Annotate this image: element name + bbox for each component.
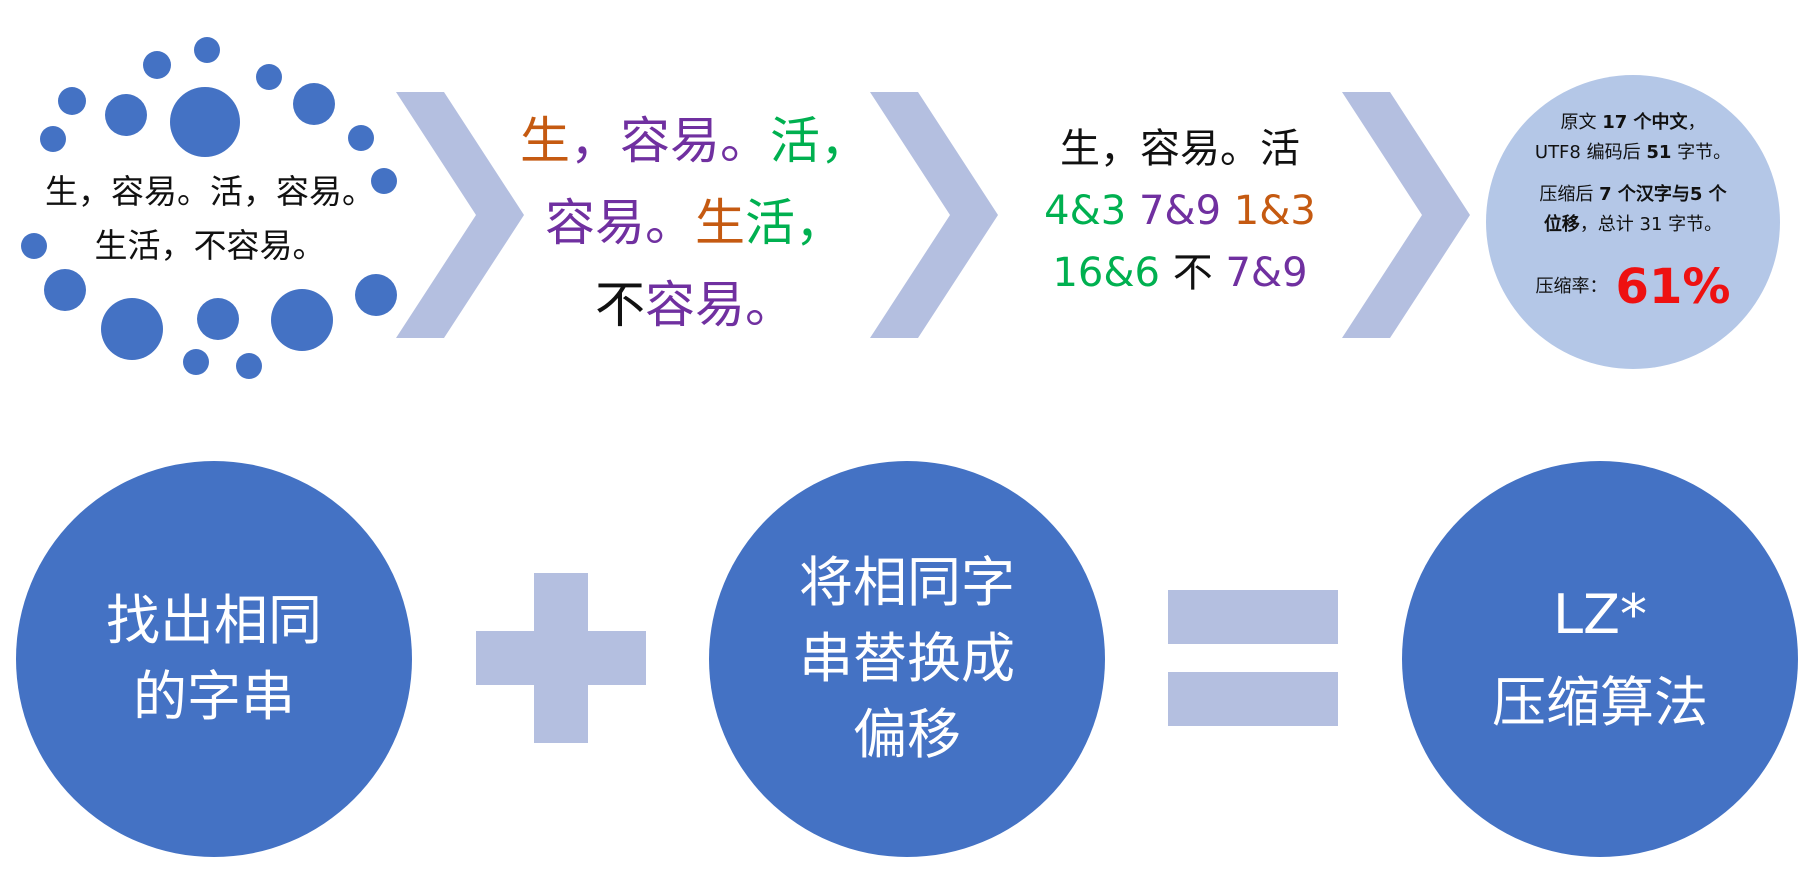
circle-text-line: 找出相同 [106,589,322,652]
dot-decoration [183,349,209,375]
circle-text-line: 偏移 [853,703,961,766]
dot-decoration [348,125,374,151]
dot-decoration [143,51,171,79]
input-text-line: 生活，不容易。 [94,226,326,265]
text-segment: 活， [770,112,870,170]
offset-token: 7&9 [1138,188,1222,234]
dot-decoration [197,298,239,340]
offset-token: 7&9 [1225,250,1308,296]
dot-decoration [355,274,397,316]
offset-token: 16&6 [1052,250,1160,296]
rate-value: 61% [1615,259,1731,315]
text-segment: 不 [595,276,645,334]
dot-decoration [236,353,262,379]
circle-text-line: 串替换成 [799,627,1015,690]
dot-decoration [256,64,282,90]
text-segment: 容易。 [545,194,695,252]
input-text-line: 生，容易。活，容易。 [45,172,375,211]
circle-text-line: 将相同字 [799,551,1015,614]
highlighted-line-1: 生，容易。活， [500,100,890,182]
summary-line: UTF8 编码后 51 字节。 [1534,142,1732,163]
circle-text-line: LZ* [1552,583,1648,646]
text-segment: 活， [745,194,845,252]
offset-token: 1&3 [1233,188,1316,234]
rate-label: 压缩率： [1535,276,1608,297]
text-segment: 生 [695,194,745,252]
input-text: 生，容易。活，容易。 生活，不容易。 [20,165,400,273]
highlighted-line-3: 不容易。 [500,264,890,346]
offset-token: 不 [1172,250,1213,296]
dot-decoration [40,126,66,152]
find-circle: 找出相同 的字串 [16,461,412,857]
encoded-line-1: 生，容易。活 [1060,126,1300,172]
circle-text-line: 压缩算法 [1492,671,1708,734]
offset-token: 4&3 [1044,188,1127,234]
highlighted-line-2: 容易。生活， [500,182,890,264]
dot-decoration [101,298,163,360]
text-segment: 容易。 [645,276,795,334]
encoded-text: 生，容易。活 4&3 7&9 1&3 16&6 不 7&9 [990,118,1370,304]
summary-line: 原文 17 个中文， [1560,112,1706,133]
replace-circle: 将相同字 串替换成 偏移 [709,461,1105,857]
text-segment: 生 [520,112,570,170]
highlighted-text: 生，容易。活， 容易。生活， 不容易。 [500,100,890,346]
summary-line: 压缩后 7 个汉字与5 个 [1539,184,1727,205]
text-segment: ，容易。 [570,112,770,170]
dot-decoration [194,37,220,63]
compression-rate: 压缩率： 61% [1486,262,1780,312]
dot-decoration [271,289,333,351]
circle-text-line: 的字串 [133,665,295,728]
dot-decoration [105,94,147,136]
dot-decoration [58,87,86,115]
dot-decoration [293,83,335,125]
summary-text: 原文 17 个中文， UTF8 编码后 51 字节。 压缩后 7 个汉字与5 个… [1486,108,1780,312]
dot-decoration [170,87,240,157]
dot-decoration [44,269,86,311]
summary-line: 位移，总计 31 字节。 [1543,214,1723,235]
encoded-line-2: 4&3 7&9 1&3 [990,180,1370,242]
encoded-line-3: 16&6 不 7&9 [990,242,1370,304]
result-circle: LZ* 压缩算法 [1402,461,1798,857]
